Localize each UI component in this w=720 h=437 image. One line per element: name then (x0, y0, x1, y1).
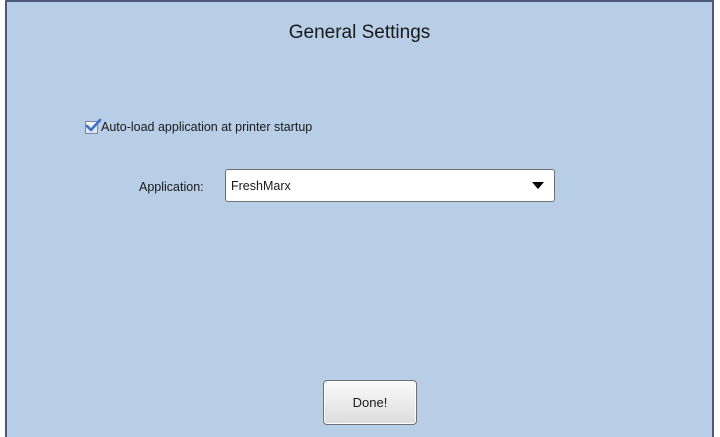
done-button[interactable]: Done! (323, 380, 417, 425)
settings-window: General Settings Auto-load application a… (5, 0, 714, 437)
application-label: Application: (139, 180, 204, 194)
autoload-label: Auto-load application at printer startup (101, 120, 313, 134)
autoload-checkbox-row[interactable]: Auto-load application at printer startup (85, 118, 313, 134)
autoload-checkbox[interactable] (85, 118, 102, 134)
caret-down-icon (532, 182, 544, 189)
check-icon (85, 118, 102, 131)
application-select-value: FreshMarx (231, 179, 291, 193)
application-select[interactable]: FreshMarx (225, 169, 555, 202)
page-title: General Settings (288, 22, 431, 43)
